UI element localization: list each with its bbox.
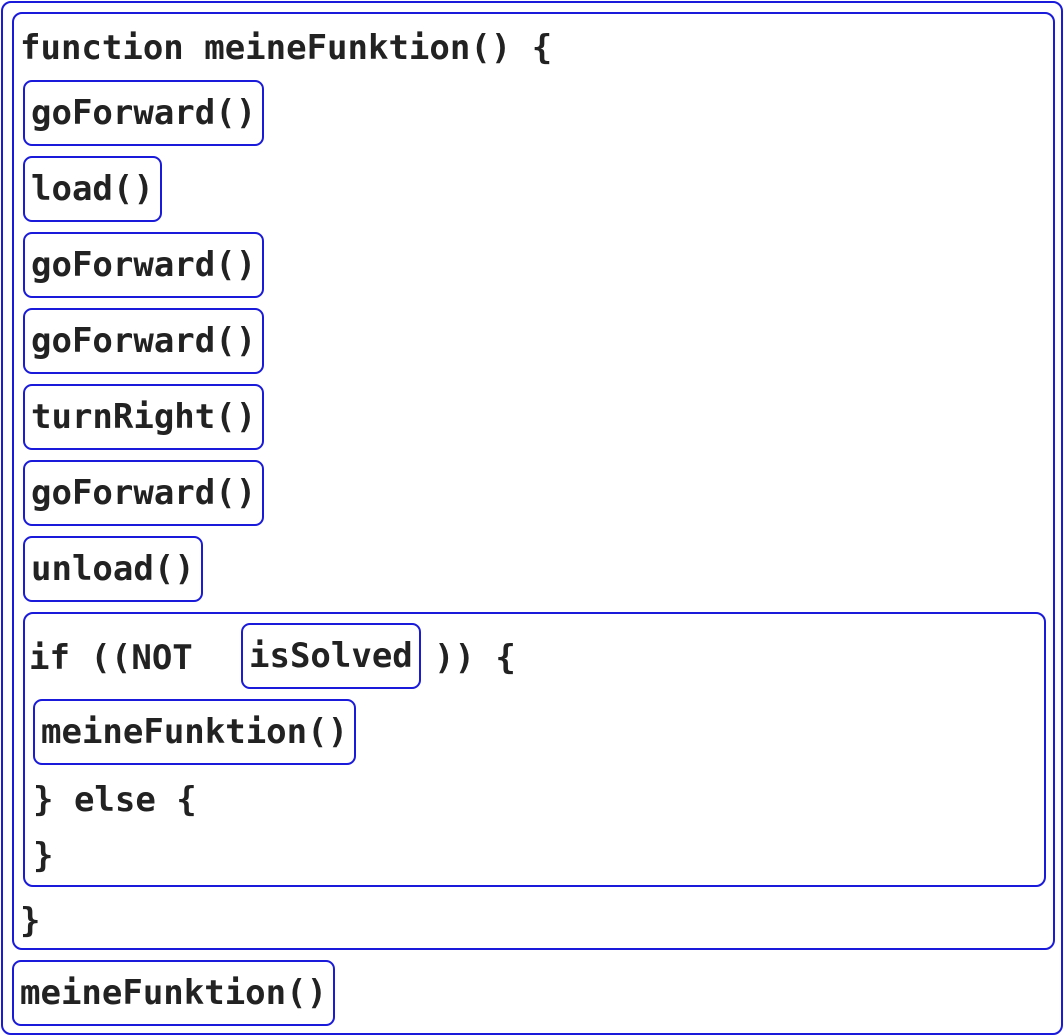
function-closing-brace: } [20, 901, 41, 941]
if-else-block[interactable]: if ((NOT isSolved )) { meineFunktion() }… [23, 612, 1046, 887]
function-header: function meineFunktion() { [20, 28, 553, 68]
condition-issolved[interactable]: isSolved [241, 623, 421, 689]
statement-goforward-2[interactable]: goForward() [23, 232, 265, 298]
statement-unload[interactable]: unload() [23, 536, 203, 602]
main-call-meinefunktion[interactable]: meineFunktion() [12, 960, 336, 1026]
statement-recursive-call[interactable]: meineFunktion() [33, 699, 357, 765]
else-line: } else { [33, 780, 197, 820]
statement-goforward-4[interactable]: goForward() [23, 460, 265, 526]
statement-load[interactable]: load() [23, 156, 162, 222]
function-definition-block[interactable]: function meineFunktion() { goForward() l… [12, 12, 1055, 950]
program-workspace: function meineFunktion() { goForward() l… [1, 1, 1063, 1035]
if-end-brace: } [33, 836, 54, 876]
if-prefix: if ((NOT [29, 638, 214, 678]
statement-turnright[interactable]: turnRight() [23, 384, 265, 450]
statement-goforward-3[interactable]: goForward() [23, 308, 265, 374]
statement-goforward-1[interactable]: goForward() [23, 80, 265, 146]
if-suffix: )) { [434, 638, 516, 678]
